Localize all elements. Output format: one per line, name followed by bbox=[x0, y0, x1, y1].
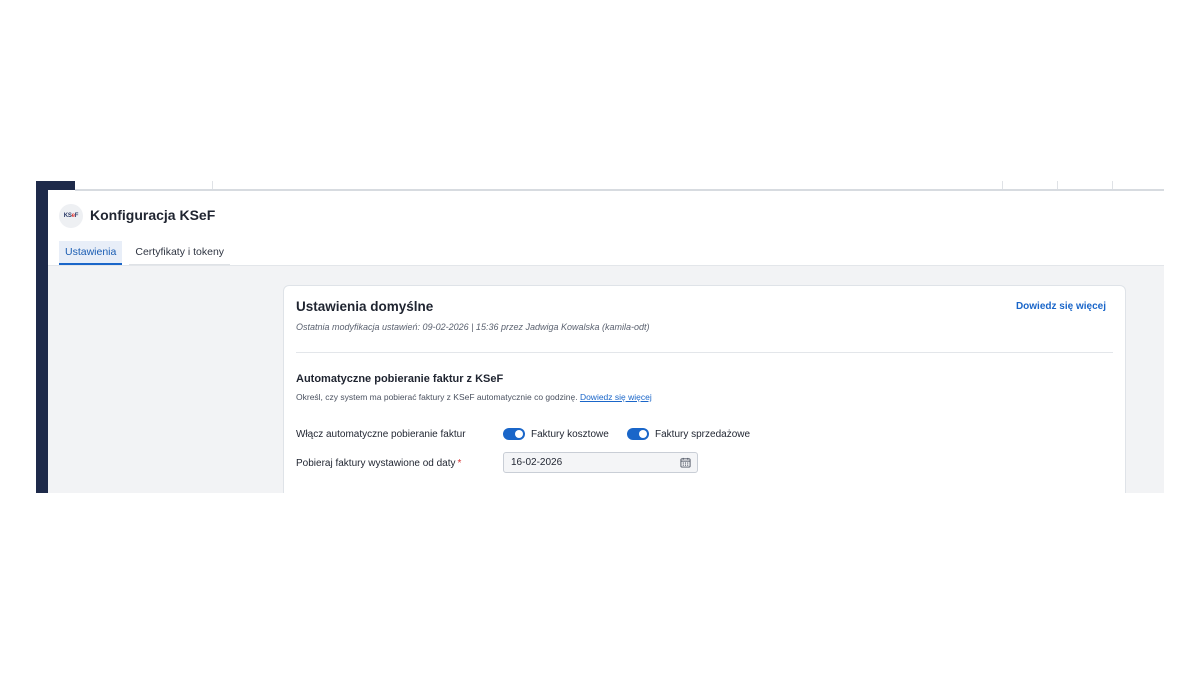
left-nav-rail bbox=[36, 181, 48, 493]
default-settings-card: Ustawienia domyślne Ostatnia modyfikacja… bbox=[283, 285, 1126, 493]
date-from-label: Pobieraj faktury wystawione od daty * bbox=[296, 458, 462, 469]
date-from-input[interactable]: 16-02-2026 bbox=[503, 452, 698, 473]
learn-more-link[interactable]: Dowiedz się więcej bbox=[1016, 301, 1106, 312]
toggle-cost-invoices-label: Faktury kosztowe bbox=[531, 428, 609, 440]
toggle-cost-invoices-group[interactable]: Faktury kosztowe bbox=[503, 428, 609, 440]
required-mark: * bbox=[457, 458, 462, 469]
topbar-divider bbox=[1002, 181, 1003, 189]
card-title: Ustawienia domyślne bbox=[296, 299, 434, 314]
divider bbox=[296, 352, 1113, 353]
toggle-cost-invoices[interactable] bbox=[503, 428, 525, 440]
toggle-sales-invoices[interactable] bbox=[627, 428, 649, 440]
section-learn-more-link[interactable]: Dowiedz się więcej bbox=[580, 392, 652, 402]
page-header: KS e F Konfiguracja KSeF Ustawienia Certyf… bbox=[48, 191, 1164, 266]
section-title: Automatyczne pobieranie faktur z KSeF bbox=[296, 373, 504, 385]
calendar-icon[interactable] bbox=[680, 457, 691, 468]
topbar-divider bbox=[1112, 181, 1113, 189]
section-description: Określ, czy system ma pobierać faktury z… bbox=[296, 392, 652, 402]
ksef-logo: KS e F bbox=[59, 204, 83, 228]
last-modified-info: Ostatnia modyfikacja ustawień: 09-02-202… bbox=[296, 322, 650, 332]
toggle-sales-invoices-label: Faktury sprzedażowe bbox=[655, 428, 751, 440]
app-frame: KS e F Konfiguracja KSeF Ustawienia Certyf… bbox=[36, 181, 1164, 493]
toggle-sales-invoices-group[interactable]: Faktury sprzedażowe bbox=[627, 428, 750, 440]
tab-bar: Ustawienia Certyfikaty i tokeny bbox=[59, 241, 237, 265]
tab-certyfikaty-i-tokeny[interactable]: Certyfikaty i tokeny bbox=[129, 241, 230, 265]
page-title: Konfiguracja KSeF bbox=[90, 207, 216, 223]
topbar-divider bbox=[1057, 181, 1058, 189]
auto-download-label: Włącz automatyczne pobieranie faktur bbox=[296, 429, 466, 440]
topbar-divider bbox=[212, 181, 213, 189]
tab-ustawienia[interactable]: Ustawienia bbox=[59, 241, 123, 265]
left-nav-rail-cap bbox=[48, 181, 75, 190]
